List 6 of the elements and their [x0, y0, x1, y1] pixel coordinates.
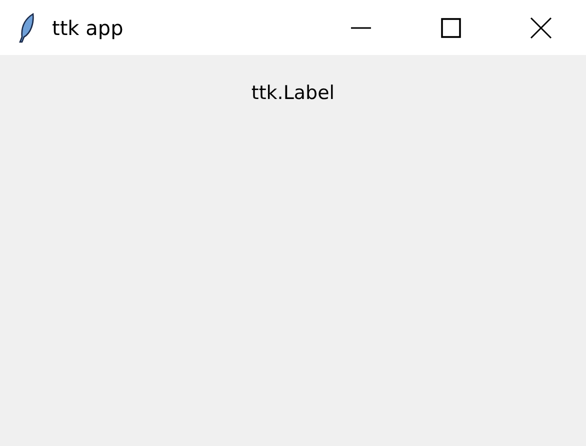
label-text: ttk.Label [251, 82, 335, 106]
minimize-icon [350, 26, 372, 28]
window-title: ttk app [52, 16, 124, 40]
close-icon [530, 16, 552, 38]
maximize-icon [440, 16, 462, 38]
feather-icon [19, 12, 35, 42]
